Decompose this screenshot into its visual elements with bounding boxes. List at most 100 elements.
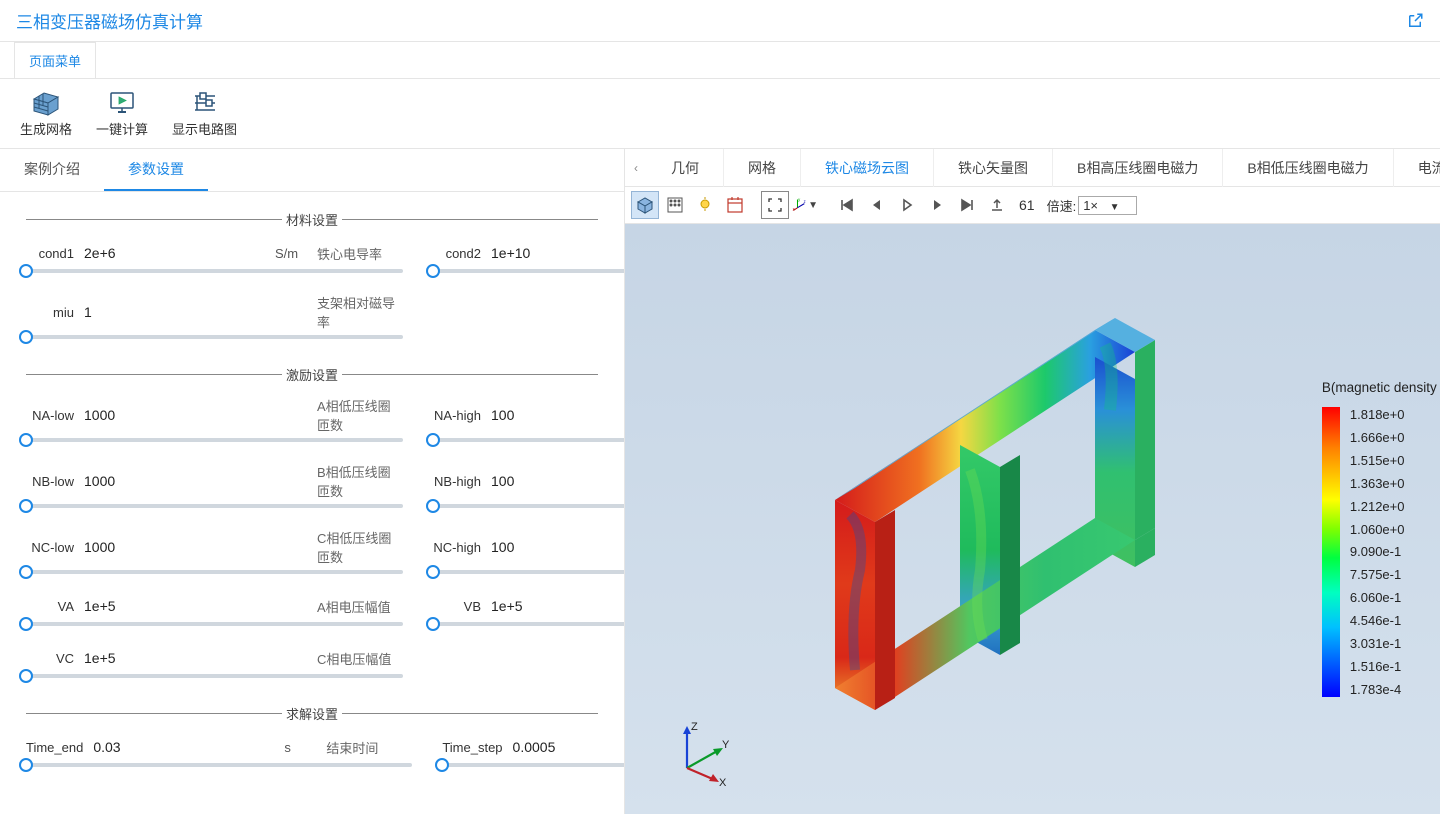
tabs-scroll-left-icon[interactable]: ‹: [625, 161, 647, 175]
last-frame-icon[interactable]: [953, 191, 981, 219]
external-link-icon[interactable]: [1406, 12, 1424, 30]
legend-tick: 3.031e-1: [1350, 636, 1405, 651]
legend-tick: 1.818e+0: [1350, 407, 1405, 422]
param-desc: 铁心电导率: [317, 244, 403, 263]
slider-thumb[interactable]: [19, 565, 33, 579]
param-input-cond1[interactable]: [82, 241, 267, 265]
param-input-va[interactable]: [82, 594, 267, 618]
tab-param-settings[interactable]: 参数设置: [104, 149, 208, 191]
param-name-nc_low: NC-low: [26, 540, 74, 555]
legend-tick: 1.666e+0: [1350, 430, 1405, 445]
slider-thumb[interactable]: [426, 433, 440, 447]
tab-current[interactable]: 电流结果: [1394, 149, 1440, 187]
fit-to-screen-icon[interactable]: [761, 191, 789, 219]
slider-thumb[interactable]: [426, 565, 440, 579]
param-input-vb[interactable]: [489, 594, 624, 618]
param-input-cond2[interactable]: [489, 241, 624, 265]
param-input-nc_low[interactable]: [82, 535, 267, 559]
param-input-time_end[interactable]: [91, 735, 276, 759]
param-desc: C相低压线圈匝数: [317, 528, 403, 566]
prev-frame-icon[interactable]: [863, 191, 891, 219]
param-input-nc_high[interactable]: [489, 535, 624, 559]
light-icon[interactable]: [691, 191, 719, 219]
param-input-na_high[interactable]: [489, 403, 624, 427]
param-slider-nc_low[interactable]: [26, 570, 403, 574]
tab-mesh[interactable]: 网格: [724, 149, 801, 187]
legend-tick: 1.516e-1: [1350, 659, 1405, 674]
param-input-vc[interactable]: [82, 646, 267, 670]
tab-vector[interactable]: 铁心矢量图: [934, 149, 1053, 187]
axis-orient-icon[interactable]: yzx ▼: [791, 191, 819, 219]
param-name-time_step: Time_step: [442, 740, 502, 755]
param-input-na_low[interactable]: [82, 403, 267, 427]
param-desc: C相电压幅值: [317, 649, 403, 668]
next-frame-icon[interactable]: [923, 191, 951, 219]
param-slider-na_low[interactable]: [26, 438, 403, 442]
section-title: 激励设置: [282, 365, 342, 384]
param-desc: A相电压幅值: [317, 597, 403, 616]
param-slider-va[interactable]: [26, 622, 403, 626]
tab-b-high-force[interactable]: B相高压线圈电磁力: [1053, 149, 1223, 187]
slider-thumb[interactable]: [19, 617, 33, 631]
legend-tick: 1.363e+0: [1350, 476, 1405, 491]
param-unit: s: [284, 740, 318, 755]
param-desc: B相低压线圈匝数: [317, 462, 403, 500]
axis-x-label: X: [719, 777, 727, 788]
param-slider-time_step[interactable]: [442, 763, 624, 767]
slider-thumb[interactable]: [19, 433, 33, 447]
param-desc: A相低压线圈匝数: [317, 396, 403, 434]
tab-case-intro[interactable]: 案例介绍: [0, 149, 104, 191]
param-input-nb_low[interactable]: [82, 469, 267, 493]
viewer-3d[interactable]: Z Y X B(magnetic density flux) Magnitude…: [625, 224, 1440, 814]
compute-button[interactable]: 一键计算: [88, 85, 156, 142]
param-slider-miu[interactable]: [26, 335, 403, 339]
slider-thumb[interactable]: [19, 264, 33, 278]
slider-thumb[interactable]: [435, 758, 449, 772]
transformer-core-contour: [755, 270, 1155, 770]
slider-thumb[interactable]: [19, 669, 33, 683]
generate-mesh-button[interactable]: 生成网格: [12, 85, 80, 142]
legend-tick: 1.783e-4: [1350, 682, 1405, 697]
play-icon[interactable]: [893, 191, 921, 219]
param-slider-cond1[interactable]: [26, 269, 403, 273]
first-frame-icon[interactable]: [833, 191, 861, 219]
param-slider-na_high[interactable]: [433, 438, 624, 442]
calendar-icon[interactable]: [721, 191, 749, 219]
export-icon[interactable]: [983, 191, 1011, 219]
param-name-nb_low: NB-low: [26, 474, 74, 489]
axis-y-label: Y: [722, 739, 730, 751]
view-3d-icon[interactable]: [631, 191, 659, 219]
param-slider-nc_high[interactable]: [433, 570, 624, 574]
tab-b-low-force[interactable]: B相低压线圈电磁力: [1223, 149, 1393, 187]
speed-select[interactable]: 1× ▼: [1078, 196, 1136, 215]
speed-label: 倍速:: [1047, 196, 1077, 215]
param-name-vc: VC: [26, 651, 74, 666]
slider-thumb[interactable]: [19, 330, 33, 344]
slider-thumb[interactable]: [426, 499, 440, 513]
slider-thumb[interactable]: [426, 264, 440, 278]
param-input-nb_high[interactable]: [489, 469, 624, 493]
param-slider-vb[interactable]: [433, 622, 624, 626]
param-slider-time_end[interactable]: [26, 763, 412, 767]
page-menu-tab[interactable]: 页面菜单: [14, 42, 96, 78]
param-slider-nb_low[interactable]: [26, 504, 403, 508]
legend-tick: 7.575e-1: [1350, 567, 1405, 582]
tab-flux-contour[interactable]: 铁心磁场云图: [801, 149, 934, 187]
show-circuit-button[interactable]: 显示电路图: [164, 85, 245, 142]
circuit-icon: [188, 89, 222, 117]
slider-thumb[interactable]: [426, 617, 440, 631]
grid-points-icon[interactable]: [661, 191, 689, 219]
slider-thumb[interactable]: [19, 499, 33, 513]
param-input-miu[interactable]: [82, 300, 267, 324]
color-legend: B(magnetic density flux) Magnitude [T] 1…: [1322, 380, 1440, 697]
tab-geometry[interactable]: 几何: [647, 149, 724, 187]
param-slider-nb_high[interactable]: [433, 504, 624, 508]
param-input-time_step[interactable]: [511, 735, 624, 759]
param-slider-cond2[interactable]: [433, 269, 624, 273]
param-name-cond1: cond1: [26, 246, 74, 261]
main-toolbar: 生成网格 一键计算 显示电路图: [0, 79, 1440, 149]
param-unit: S/m: [275, 246, 309, 261]
section-title: 求解设置: [282, 704, 342, 723]
param-slider-vc[interactable]: [26, 674, 403, 678]
slider-thumb[interactable]: [19, 758, 33, 772]
